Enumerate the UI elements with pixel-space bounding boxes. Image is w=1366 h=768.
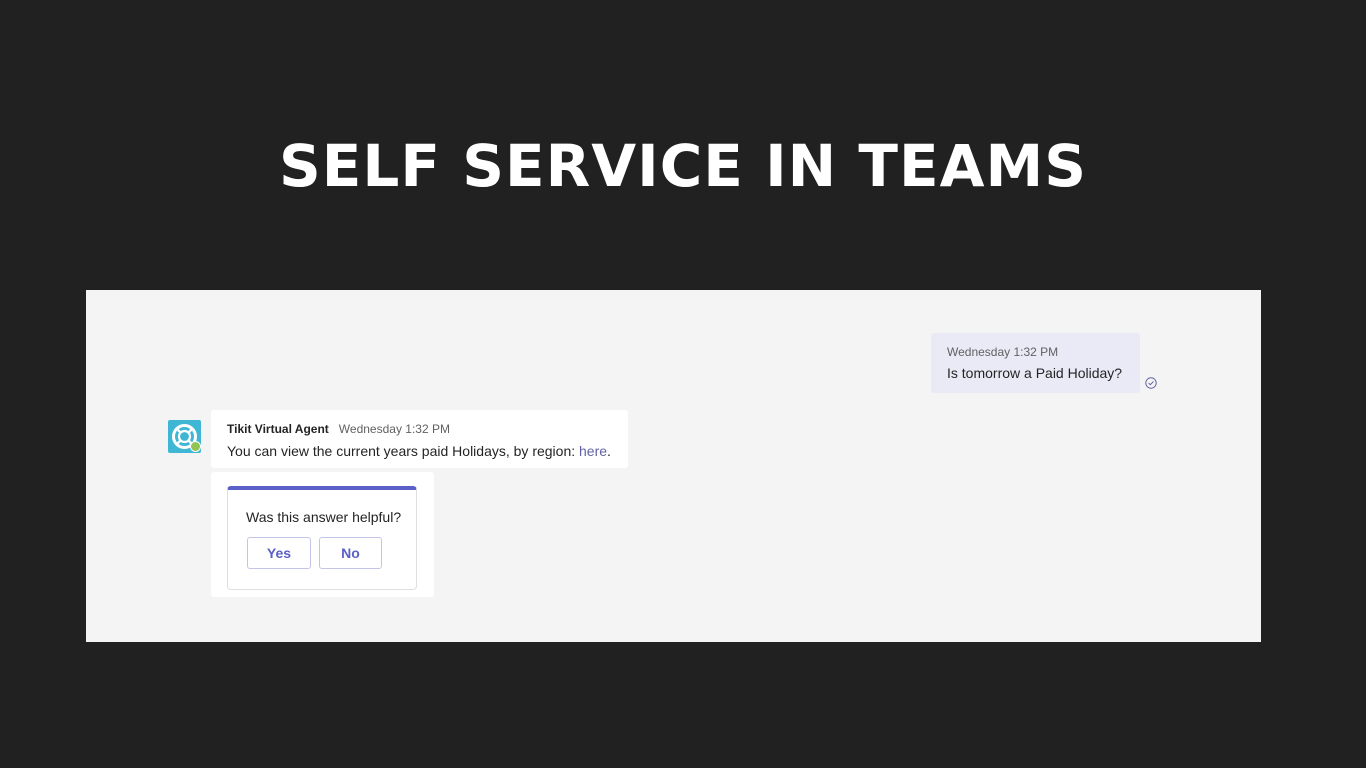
incoming-message-text: You can view the current years paid Holi… bbox=[227, 441, 612, 461]
incoming-timestamp: Wednesday 1:32 PM bbox=[338, 422, 450, 436]
incoming-message-body: You can view the current years paid Holi… bbox=[227, 443, 580, 459]
outgoing-timestamp: Wednesday 1:32 PM bbox=[947, 345, 1059, 359]
feedback-question: Was this answer helpful? bbox=[246, 509, 402, 525]
incoming-message-trailing: . bbox=[607, 443, 611, 459]
chat-panel: Wednesday 1:32 PM Is tomorrow a Paid Hol… bbox=[86, 290, 1261, 642]
outgoing-message[interactable]: Wednesday 1:32 PM Is tomorrow a Paid Hol… bbox=[931, 333, 1140, 393]
no-button[interactable]: No bbox=[319, 537, 382, 569]
incoming-message[interactable]: Tikit Virtual Agent Wednesday 1:32 PM You… bbox=[211, 410, 628, 468]
yes-button[interactable]: Yes bbox=[247, 537, 311, 569]
available-status-icon bbox=[190, 441, 201, 452]
read-receipt-check-icon bbox=[1145, 377, 1157, 389]
bot-avatar[interactable] bbox=[168, 420, 201, 453]
outgoing-message-text: Is tomorrow a Paid Holiday? bbox=[947, 365, 1123, 381]
holidays-link[interactable]: here bbox=[579, 443, 607, 459]
feedback-card-container: Was this answer helpful? Yes No bbox=[211, 472, 434, 597]
feedback-card: Was this answer helpful? Yes No bbox=[227, 486, 417, 590]
sender-name: Tikit Virtual Agent bbox=[227, 422, 329, 436]
slide-title: SELF SERVICE IN TEAMS bbox=[279, 132, 1087, 200]
incoming-message-header: Tikit Virtual Agent Wednesday 1:32 PM bbox=[227, 422, 612, 437]
